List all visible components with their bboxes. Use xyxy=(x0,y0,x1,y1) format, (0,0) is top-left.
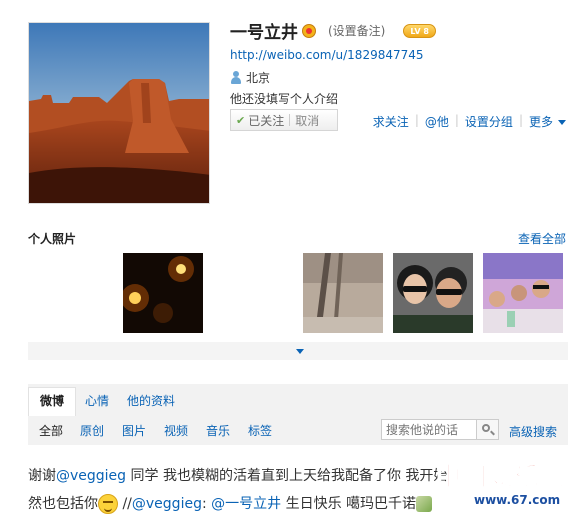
view-all-photos-link[interactable]: 查看全部 xyxy=(518,230,566,247)
check-icon: ✔ xyxy=(236,113,246,127)
filter-images[interactable]: 图片 xyxy=(122,422,146,439)
filter-video[interactable]: 视频 xyxy=(164,422,188,439)
filter-music[interactable]: 音乐 xyxy=(206,422,230,439)
advanced-search-link[interactable]: 高级搜索 xyxy=(509,423,557,440)
profile-actions: 求关注 | @他 | 设置分组 | 更多 xyxy=(373,113,566,130)
profile-url[interactable]: http://weibo.com/u/1829847745 xyxy=(230,48,424,62)
more-menu[interactable]: 更多 xyxy=(529,113,566,130)
level-badge[interactable]: LV 8 xyxy=(403,23,436,38)
filter-original[interactable]: 原创 xyxy=(80,422,104,439)
follow-status-box: ✔ 已关注 取消 xyxy=(230,109,338,131)
photo-thumbnail[interactable] xyxy=(393,253,473,333)
expand-photos-bar[interactable] xyxy=(28,342,568,360)
post-text-segment: 生日快乐 噶玛巴千诺 xyxy=(281,496,417,512)
search-input[interactable] xyxy=(382,420,476,439)
filter-all[interactable]: 全部 xyxy=(39,422,63,439)
city-label: 北京 xyxy=(246,71,271,85)
set-group-link[interactable]: 设置分组 xyxy=(465,113,513,130)
ask-follow-link[interactable]: 求关注 xyxy=(373,113,409,130)
mention-link[interactable]: @一号立井 xyxy=(211,496,281,512)
mention-link[interactable]: @veggieg xyxy=(56,468,126,484)
followed-label: 已关注 xyxy=(248,113,285,128)
profile-name-row: 一号立井 (设置备注) LV 8 xyxy=(230,18,436,43)
mention-link[interactable]: @veggieg xyxy=(132,496,202,512)
mention-link[interactable]: @他 xyxy=(425,113,449,130)
divider: | xyxy=(454,113,459,127)
post-text-segment: // xyxy=(118,496,132,512)
photo-thumbnail[interactable] xyxy=(123,253,203,333)
profile-location: 北京 xyxy=(230,69,270,86)
tab-profile-info[interactable]: 他的资料 xyxy=(127,392,175,409)
photos-title: 个人照片 xyxy=(28,232,77,246)
profile-name: 一号立井 xyxy=(230,23,298,43)
chevron-down-icon xyxy=(296,349,304,354)
unfollow-button[interactable]: 取消 xyxy=(295,112,319,129)
search-icon xyxy=(482,424,490,432)
tab-weibo[interactable]: 微博 xyxy=(28,387,76,416)
chevron-down-icon xyxy=(558,120,566,125)
photo-thumbnail[interactable] xyxy=(483,253,563,333)
vip-crown-icon xyxy=(302,23,316,38)
divider: | xyxy=(518,113,523,127)
post-text-segment: 谢谢 xyxy=(28,468,56,484)
profile-intro: 他还没填写个人介绍 xyxy=(230,92,339,106)
set-remark-link[interactable]: (设置备注) xyxy=(328,22,385,39)
person-icon xyxy=(230,71,242,84)
tab-mood[interactable]: 心情 xyxy=(85,392,109,409)
post-text-segment: : xyxy=(201,496,212,512)
site-watermark: 中国娱乐网 www.67.com xyxy=(435,457,582,517)
photo-thumbnail[interactable] xyxy=(303,253,383,333)
post-search xyxy=(381,419,499,440)
watermark-url: www.67.com xyxy=(474,493,561,507)
emoticon-icon xyxy=(416,496,433,512)
search-button[interactable] xyxy=(476,420,498,439)
divider xyxy=(289,114,291,126)
filter-tags[interactable]: 标签 xyxy=(248,422,272,439)
divider: | xyxy=(414,113,419,127)
smiley-emoticon-icon xyxy=(98,494,118,514)
post-text-segment: 然也包括你 xyxy=(28,496,98,512)
profile-avatar[interactable] xyxy=(28,22,210,204)
more-label: 更多 xyxy=(528,115,553,129)
watermark-text: 中国娱乐网 xyxy=(435,462,567,492)
post-text-segment: 同学 我也模糊的活着直到上天给我配备了你 我开始 xyxy=(126,468,448,484)
